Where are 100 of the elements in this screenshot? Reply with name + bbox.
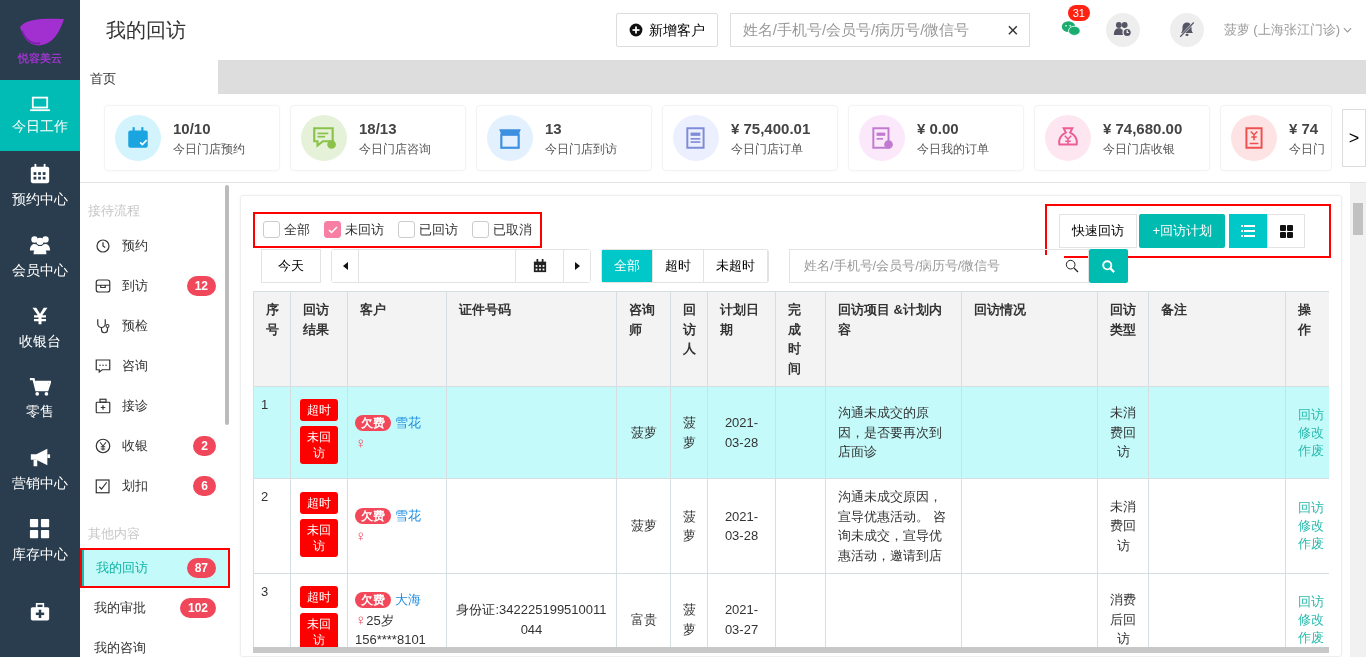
scrollbar[interactable] bbox=[225, 185, 229, 425]
table-cell: 未消费回访 bbox=[1110, 498, 1136, 553]
next-button[interactable]: > bbox=[1342, 109, 1366, 167]
search-field[interactable]: 姓名/手机号/会员号/病历号/微信号 × bbox=[729, 13, 1030, 47]
filter-checkbox[interactable]: 未回访 bbox=[324, 220, 384, 240]
checkbox-icon bbox=[94, 476, 112, 495]
column-header: 操作 bbox=[1285, 291, 1329, 387]
nav-item[interactable]: 收银台 bbox=[0, 293, 80, 364]
stat-label: 今日门店收银 bbox=[1103, 141, 1176, 159]
laptop-icon bbox=[29, 94, 51, 112]
search-field[interactable]: 姓名/手机号/会员号/病历号/微信号 bbox=[789, 249, 1089, 283]
column-header: 计划日期 bbox=[707, 291, 776, 387]
list-icon bbox=[1241, 225, 1255, 237]
yen-coin-icon bbox=[94, 436, 112, 455]
menu-item[interactable]: 预检 bbox=[80, 305, 230, 346]
stat-label: 今日门 bbox=[1289, 141, 1325, 159]
scrollbar[interactable] bbox=[253, 647, 1329, 653]
table-cell: 2021-03-28 bbox=[724, 415, 759, 450]
count-badge: 87 bbox=[186, 558, 216, 578]
table-cell: 2021-03-28 bbox=[724, 508, 759, 543]
count-badge: 6 bbox=[193, 475, 216, 496]
stat-value: 10/10 bbox=[173, 118, 212, 139]
age-text: 25岁 bbox=[366, 613, 394, 628]
table-cell: 菠萝 bbox=[682, 602, 696, 637]
customer-link[interactable]: 雪花 bbox=[394, 508, 421, 523]
column-header: 备注 bbox=[1148, 291, 1286, 387]
calendar-icon bbox=[125, 125, 151, 151]
medical-kit-icon bbox=[29, 602, 51, 623]
count-badge: 12 bbox=[186, 275, 216, 296]
menu-item[interactable]: 咨询 bbox=[80, 345, 230, 386]
column-header: 客户 bbox=[347, 291, 447, 387]
filter-checkbox[interactable]: 已取消 bbox=[472, 220, 532, 240]
chat-icon bbox=[311, 125, 337, 151]
stat-value: ¥ 75,400.01 bbox=[731, 118, 811, 139]
team-button[interactable] bbox=[1105, 13, 1140, 47]
menu-item[interactable]: 划扣 6 bbox=[80, 465, 230, 506]
table-cell: 沟通未成交原因，宣导优惠活动。 咨询未成交，宣导优惠活动，邀请到店 bbox=[838, 489, 946, 563]
calendar-icon bbox=[29, 163, 51, 185]
status-tag: 未回访 bbox=[300, 425, 338, 464]
stat-value: ¥ 74,680.00 bbox=[1103, 118, 1183, 139]
menu-item[interactable]: 我的咨询 bbox=[80, 628, 230, 657]
status-tag: 超时 bbox=[300, 492, 338, 514]
view-toggle[interactable] bbox=[1229, 214, 1267, 248]
stat-value: 18/13 bbox=[359, 118, 398, 139]
mute-button[interactable] bbox=[1169, 13, 1204, 47]
filter-checkbox[interactable]: 全部 bbox=[263, 220, 310, 240]
status-tag: 超时 bbox=[300, 585, 338, 608]
column-header: 回访人 bbox=[670, 291, 708, 387]
quick-visit-button[interactable]: 快速回访 bbox=[1059, 214, 1138, 248]
menu-item[interactable]: 我的回访 87 bbox=[80, 548, 230, 588]
yen-icon bbox=[31, 305, 49, 327]
menu-item[interactable]: 到访 12 bbox=[80, 265, 230, 306]
logo-text: 悦容美云 bbox=[18, 50, 62, 66]
add-customer-button[interactable]: 新增客户 bbox=[615, 13, 718, 47]
column-header: 回访项目 &计划内容 bbox=[825, 291, 962, 387]
phone-text: 156****8101 bbox=[355, 632, 426, 647]
column-header: 回访结果 bbox=[290, 291, 348, 387]
clear-button[interactable]: × bbox=[1007, 20, 1019, 40]
stat-label: 今日门店订单 bbox=[731, 141, 804, 159]
table-cell: 菠萝 bbox=[630, 424, 657, 440]
caret-icon bbox=[1343, 27, 1352, 33]
search-icon bbox=[1064, 258, 1080, 274]
menu-item[interactable]: 接诊 bbox=[80, 385, 230, 426]
nav-item[interactable]: 零售 bbox=[0, 364, 80, 435]
status-tag: 超时 bbox=[300, 398, 338, 421]
menu-item[interactable]: 我的审批 102 bbox=[80, 588, 230, 628]
menu-item[interactable]: 预约 bbox=[80, 225, 230, 266]
medical-kit-icon bbox=[94, 396, 112, 415]
female-icon: ♀ bbox=[355, 527, 367, 544]
table-cell: 沟通未成交的原因，是否要再次到店面诊 bbox=[838, 405, 942, 460]
people-icon bbox=[27, 234, 53, 256]
stat-value: 13 bbox=[545, 118, 563, 139]
scrollbar[interactable] bbox=[1350, 183, 1366, 657]
stat-label: 今日门店预约 bbox=[173, 141, 245, 159]
count-badge: 102 bbox=[179, 598, 216, 618]
stethoscope-icon bbox=[94, 316, 112, 335]
nav-item[interactable]: 预约中心 bbox=[0, 151, 80, 222]
nav-item[interactable]: 营销中心 bbox=[0, 435, 80, 506]
clock-icon bbox=[94, 236, 112, 255]
column-header: 证件号码 bbox=[446, 291, 617, 387]
chat-icon bbox=[94, 356, 112, 375]
stat-label: 今日门店到访 bbox=[545, 141, 617, 159]
nav-item[interactable]: 会员中心 bbox=[0, 222, 80, 293]
tab[interactable]: 首页 bbox=[80, 60, 218, 94]
customer-link[interactable]: 大海 bbox=[394, 592, 421, 607]
debt-tag: 欠费 bbox=[355, 414, 391, 431]
table-cell: 3 bbox=[261, 584, 269, 599]
stat-value: ¥ 74 bbox=[1289, 118, 1320, 139]
menu-item[interactable]: 收银 2 bbox=[80, 425, 230, 466]
table-cell: 菠萝 bbox=[682, 415, 696, 450]
filter-checkbox[interactable]: 已回访 bbox=[398, 220, 458, 240]
today-button[interactable]: 今天 bbox=[261, 249, 321, 283]
table-cell: 消费后回访 bbox=[1110, 592, 1136, 647]
stat-label: 今日我的订单 bbox=[917, 141, 989, 159]
page-title: 我的回访 bbox=[106, 18, 187, 42]
right-caret-icon bbox=[574, 262, 580, 270]
female-icon: ♀ bbox=[355, 433, 367, 451]
table-cell: 富贵 bbox=[630, 611, 657, 627]
nav-item[interactable]: 库存中心 bbox=[0, 506, 80, 577]
column-header: 完成时间 bbox=[775, 291, 826, 387]
